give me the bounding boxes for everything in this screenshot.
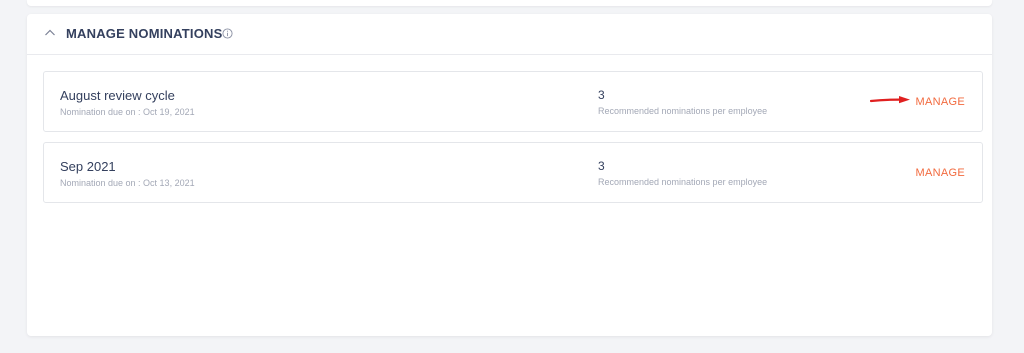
previous-card-edge — [27, 0, 992, 6]
nomination-cycle-name: Sep 2021 — [60, 159, 116, 174]
annotation-arrow-icon — [870, 96, 910, 104]
recommended-count-label: Recommended nominations per employee — [598, 177, 768, 187]
info-icon[interactable] — [222, 28, 233, 39]
nomination-row: August review cycle Nomination due on : … — [43, 71, 983, 132]
panel-title: MANAGE NOMINATIONS — [66, 26, 223, 41]
chevron-up-icon[interactable] — [44, 28, 56, 38]
panel-header[interactable]: MANAGE NOMINATIONS — [27, 14, 992, 55]
recommended-count: 3 — [598, 88, 605, 102]
manage-nominations-panel: MANAGE NOMINATIONS August review cycle N… — [27, 14, 992, 336]
recommended-count: 3 — [598, 159, 605, 173]
manage-button[interactable]: MANAGE — [916, 166, 965, 180]
nomination-due-date: Nomination due on : Oct 19, 2021 — [60, 107, 195, 117]
nomination-row: Sep 2021 Nomination due on : Oct 13, 202… — [43, 142, 983, 203]
manage-button[interactable]: MANAGE — [916, 95, 965, 109]
recommended-count-label: Recommended nominations per employee — [598, 106, 768, 116]
nomination-due-date: Nomination due on : Oct 13, 2021 — [60, 178, 195, 188]
nomination-cycle-name: August review cycle — [60, 88, 175, 103]
